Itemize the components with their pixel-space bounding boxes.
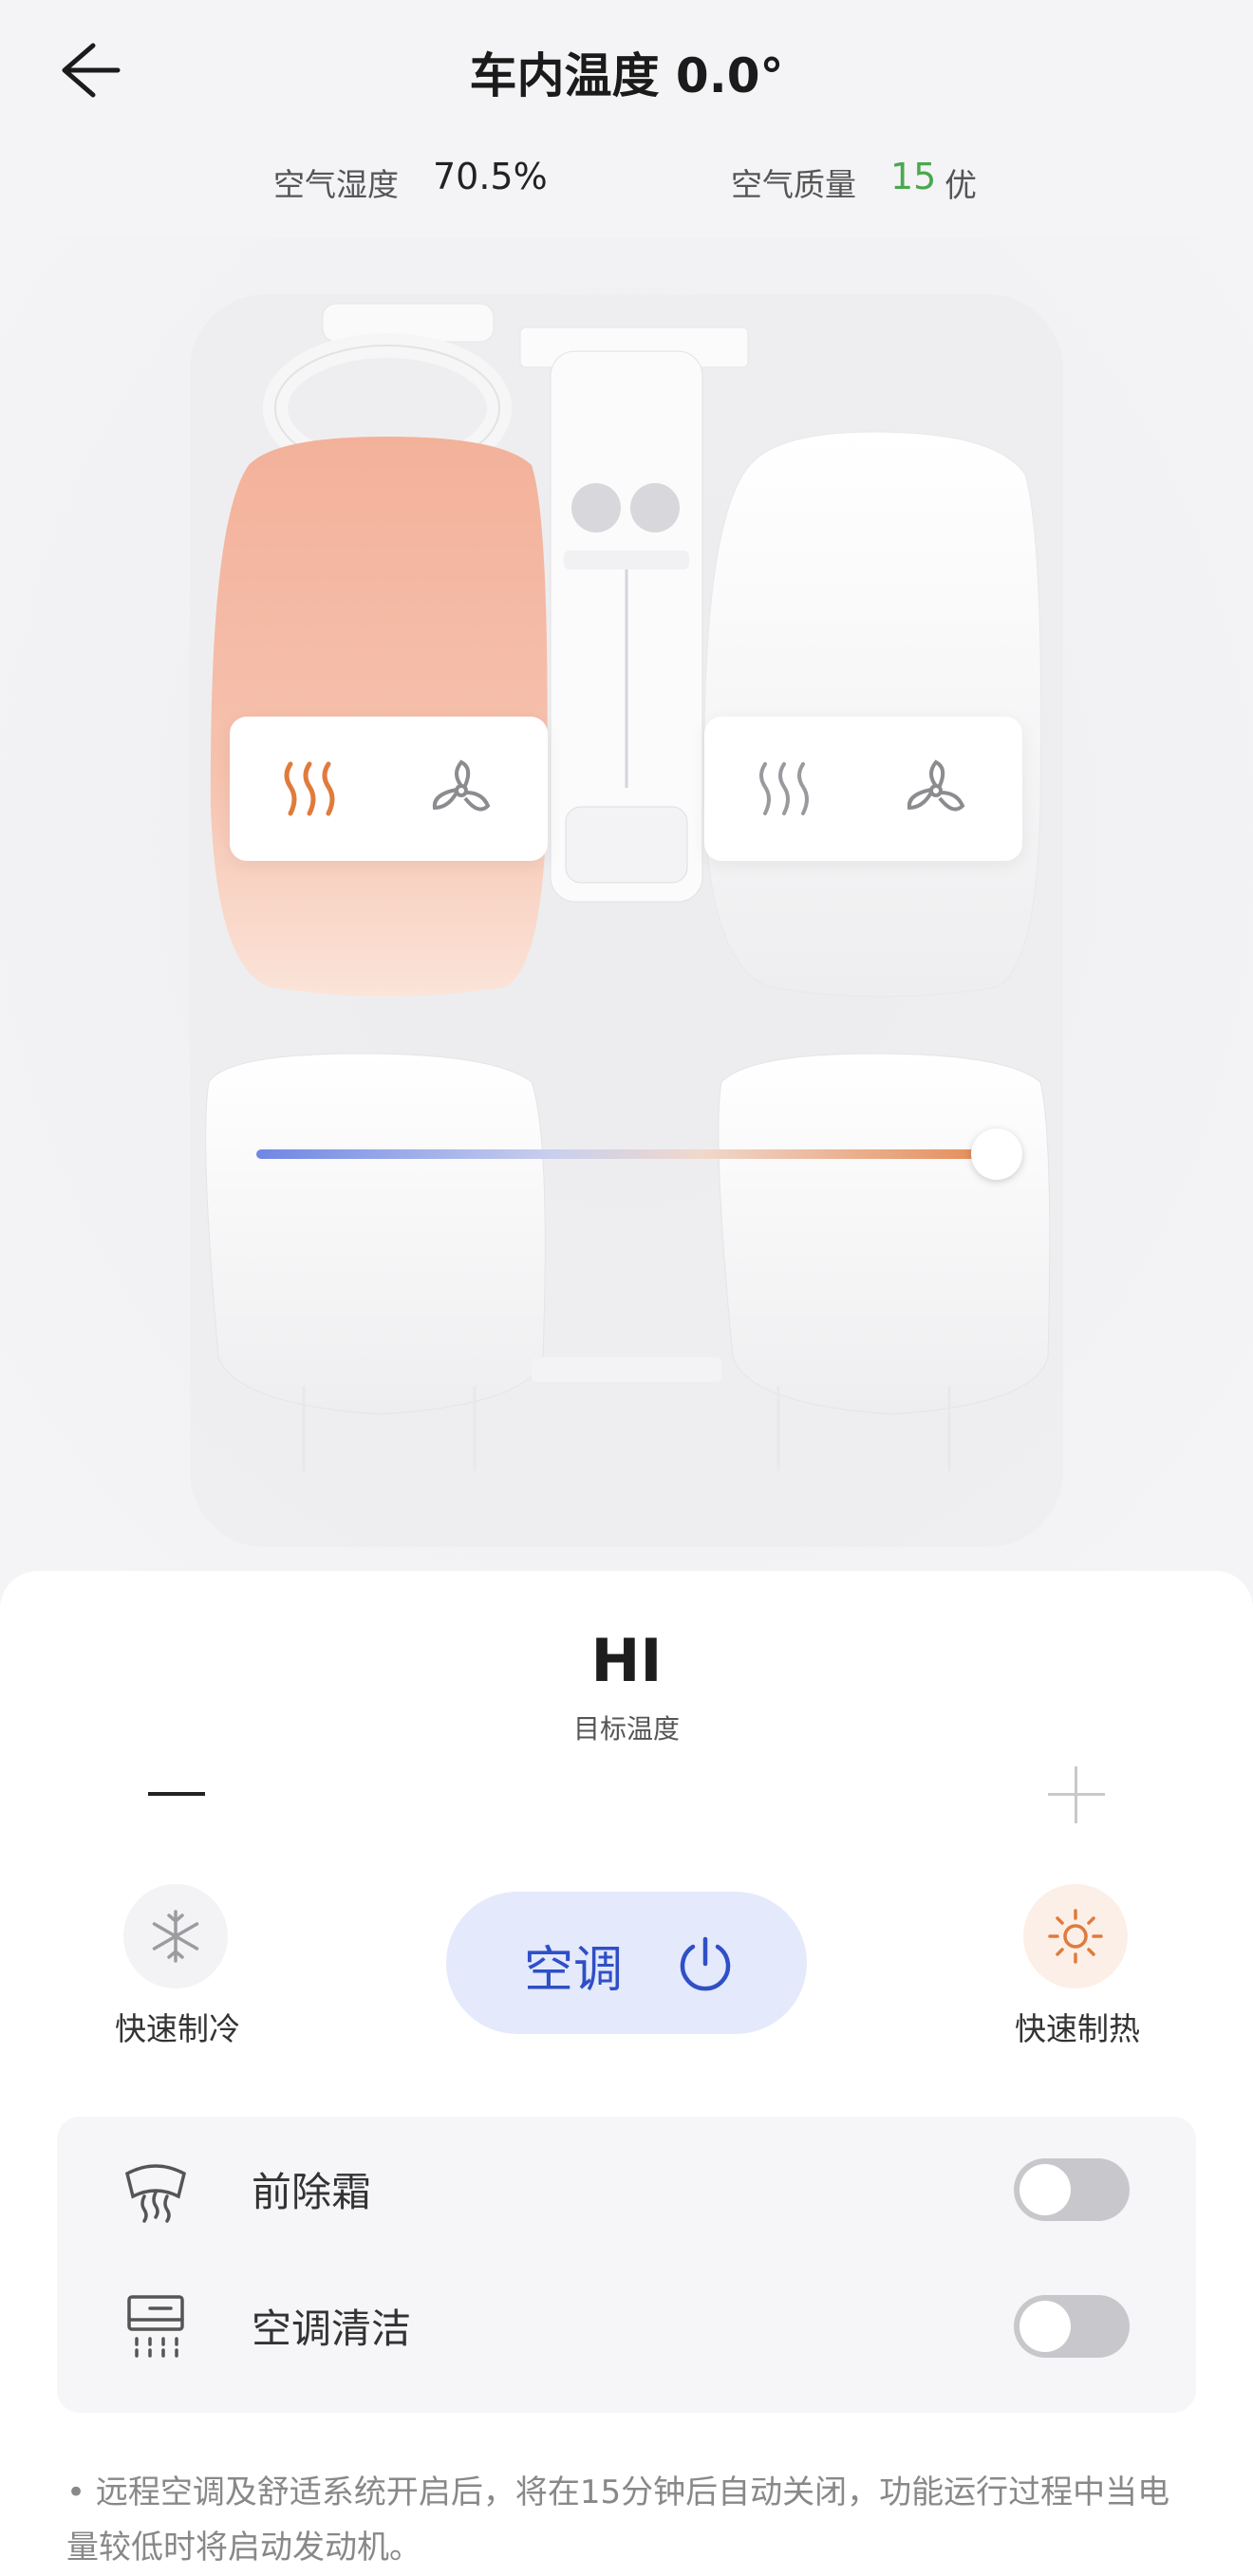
toggle-knob — [1019, 2164, 1071, 2215]
driver-seat-fan-button[interactable] — [427, 755, 496, 823]
seat-fan-icon — [907, 759, 965, 812]
snowflake-icon — [152, 1910, 199, 1963]
quick-cool-button[interactable]: 快速制冷 — [97, 1884, 258, 2074]
sun-icon — [1048, 1909, 1103, 1964]
front-defrost-label: 前除霜 — [252, 2169, 372, 2215]
minus-icon — [148, 1792, 205, 1796]
increase-temp-button[interactable] — [1042, 1761, 1111, 1829]
quick-heat-label: 快速制热 — [1015, 2010, 1140, 2047]
car-cabin-view — [0, 237, 1253, 1585]
slider-knob[interactable] — [971, 1129, 1022, 1180]
front-defrost-icon — [122, 2155, 190, 2223]
power-icon — [680, 1936, 731, 1991]
seat-fan-icon — [432, 759, 491, 812]
ac-clean-toggle[interactable] — [1014, 2295, 1130, 2358]
ac-clean-label: 空调清洁 — [252, 2305, 412, 2352]
ac-label: 空调 — [524, 1942, 624, 1999]
seat-heat-icon — [759, 762, 809, 815]
quick-cool-label: 快速制冷 — [115, 2010, 240, 2047]
temperature-slider[interactable] — [256, 1129, 1022, 1180]
decrease-temp-button[interactable] — [142, 1765, 211, 1822]
humidity-value: 70.5% — [433, 156, 548, 197]
humidity-label: 空气湿度 — [273, 166, 399, 203]
climate-control-sheet: HI 目标温度 快速制冷 空调 快速制热 前除霜 空调清洁 • 远程空调及舒适系… — [0, 1571, 1253, 2576]
air-stats: 空气湿度 70.5% 空气质量 15 优 — [0, 152, 1253, 209]
page-title: 车内温度 0.0° — [469, 48, 784, 103]
target-temperature: HI — [590, 1626, 663, 1695]
front-defrost-toggle[interactable] — [1014, 2158, 1130, 2221]
quick-heat-button[interactable]: 快速制热 — [997, 1884, 1158, 2074]
options-card: 前除霜 空调清洁 — [57, 2117, 1196, 2413]
option-row-ac-clean: 空调清洁 — [57, 2253, 1196, 2386]
ac-power-button[interactable]: 空调 — [446, 1892, 807, 2034]
seat-heat-icon — [284, 761, 335, 816]
passenger-seat-fan-button[interactable] — [902, 755, 970, 823]
target-temperature-label: 目标温度 — [572, 1713, 680, 1745]
header: 车内温度 0.0° — [0, 0, 1253, 142]
air-quality-label: 空气质量 — [731, 166, 856, 203]
car-interior-illustration — [190, 294, 1063, 1547]
footnote: • 远程空调及舒适系统开启后，将在15分钟后自动关闭，功能运行过程中当电量较低时… — [66, 2473, 1170, 2567]
toggle-knob — [1019, 2301, 1071, 2352]
passenger-seat-heat-button[interactable] — [750, 755, 818, 823]
option-row-front-defrost: 前除霜 — [57, 2117, 1196, 2249]
air-quality-value: 15 — [890, 156, 937, 197]
driver-seat-heat-button[interactable] — [275, 755, 344, 823]
ac-clean-icon — [122, 2291, 190, 2360]
air-quality-level: 优 — [944, 167, 977, 205]
quick-heat-circle — [1023, 1884, 1128, 1988]
passenger-seat-controls — [704, 717, 1022, 861]
driver-seat-controls — [230, 717, 548, 861]
quick-cool-circle — [123, 1884, 228, 1988]
